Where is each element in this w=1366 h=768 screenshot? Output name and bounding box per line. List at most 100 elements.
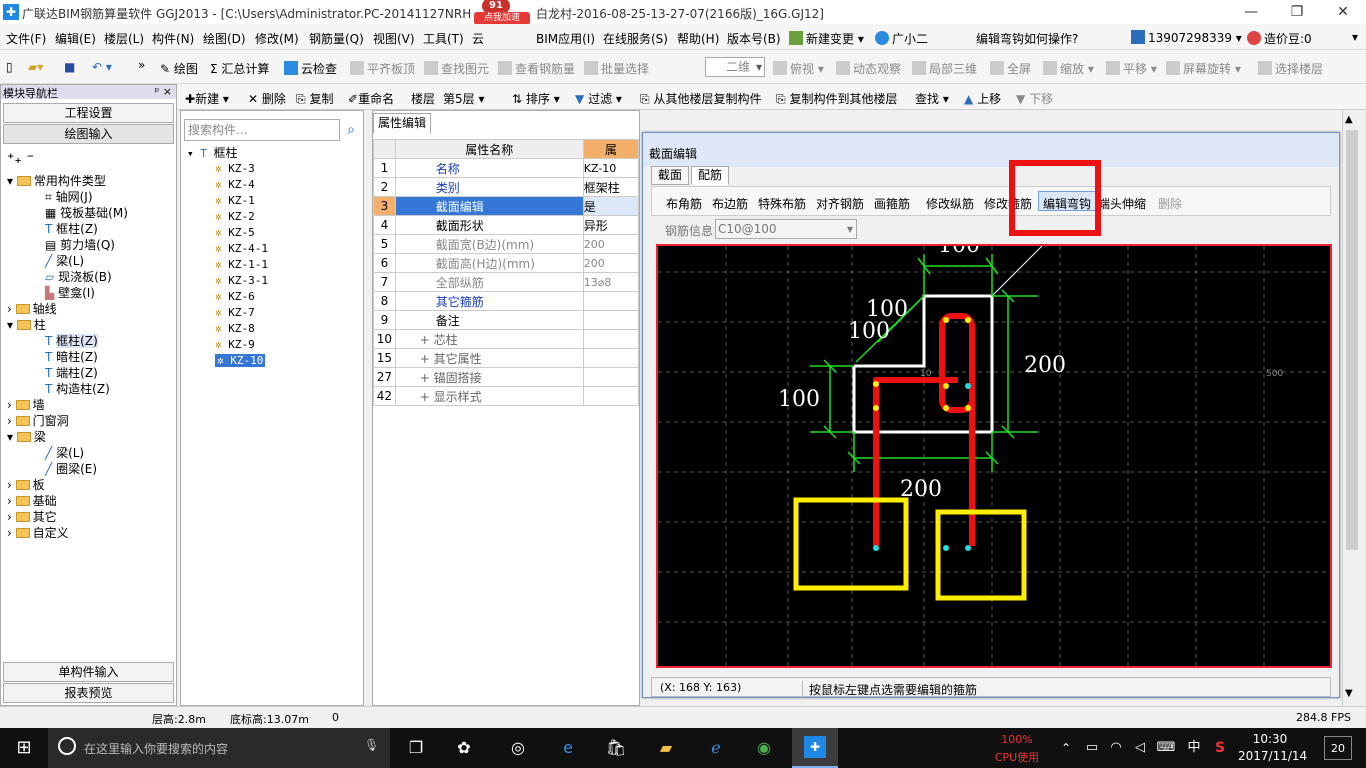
list-item[interactable]: ✲ KZ-8 xyxy=(187,321,268,337)
keyboard-icon[interactable]: ⌨ xyxy=(1154,736,1178,760)
fan-app-icon[interactable]: ✿ xyxy=(452,736,476,760)
tree-node[interactable]: T 框柱(Z) xyxy=(7,221,128,237)
batch-select-button[interactable]: 批量选择 xyxy=(584,60,649,77)
table-row[interactable]: 4 截面形状 异形 xyxy=(373,215,640,235)
top-view-button[interactable]: 俯视 ▾ xyxy=(773,60,824,77)
drawing-input-button[interactable]: 绘图输入 xyxy=(3,124,174,144)
sum-calc-button[interactable]: Σ 汇总计算 xyxy=(210,60,269,77)
store-icon[interactable]: 🛍 xyxy=(604,736,628,760)
tree-node[interactable]: ▾ 常用构件类型 xyxy=(7,173,128,189)
task-view-icon[interactable]: ❐ xyxy=(404,736,428,760)
tab-rebar[interactable]: 配筋 xyxy=(691,166,730,185)
list-item[interactable]: ✲ KZ-9 xyxy=(187,337,268,353)
tree-node[interactable]: ⌗ 轴网(J) xyxy=(7,189,128,205)
prop-value[interactable] xyxy=(582,386,640,406)
sogou-icon[interactable]: S xyxy=(1208,736,1232,760)
menu-rebar-qty[interactable]: 钢筋量(Q) xyxy=(309,30,364,47)
copy-to-floor-button[interactable]: ⎘ 复制构件到其他楼层 xyxy=(776,90,897,107)
tree-node[interactable]: › 墙 xyxy=(7,397,128,413)
glodon-app-taskbar-button[interactable]: ✚ xyxy=(792,728,838,768)
list-item[interactable]: ✲ KZ-2 xyxy=(187,209,268,225)
list-item-selected[interactable]: ✲ KZ-10 xyxy=(187,353,268,369)
prop-value[interactable]: 异形 xyxy=(582,215,640,235)
new-file-icon[interactable]: ▯ xyxy=(6,60,13,74)
table-row[interactable]: 27 + 锚固搭接 xyxy=(373,367,640,387)
volume-icon[interactable]: ◁ xyxy=(1128,736,1152,760)
project-settings-button[interactable]: 工程设置 xyxy=(3,103,174,123)
menu-view[interactable]: 视图(V) xyxy=(373,30,415,47)
tree-node[interactable]: T 暗柱(Z) xyxy=(7,349,128,365)
table-row[interactable]: 9 备注 xyxy=(373,310,640,330)
corner-rebar-button[interactable]: 布角筋 xyxy=(666,195,702,212)
table-row[interactable]: 1 名称 KZ-10 xyxy=(373,158,640,178)
end-extend-button[interactable]: 端头伸缩 xyxy=(1098,195,1146,212)
table-row[interactable]: 7 全部纵筋 13⌀8 xyxy=(373,272,640,292)
menu-component[interactable]: 构件(N) xyxy=(152,30,194,47)
clock-time[interactable]: 10:30 xyxy=(1240,732,1300,746)
move-down-button[interactable]: ▼ 下移 xyxy=(1016,90,1053,107)
tray-expand-icon[interactable]: ⌃ xyxy=(1054,736,1078,760)
tree-node[interactable]: ▾ 梁 xyxy=(7,429,128,445)
pan-button[interactable]: 平移 ▾ xyxy=(1106,60,1157,77)
edge-icon[interactable]: e xyxy=(556,736,580,760)
report-preview-button[interactable]: 报表预览 xyxy=(3,683,174,703)
list-item[interactable]: ✲ KZ-5 xyxy=(187,225,268,241)
menu-cloud[interactable]: 云 xyxy=(472,30,484,47)
search-icon[interactable]: ⌕ xyxy=(341,119,361,141)
vertical-scrollbar[interactable]: ▲ ▼ xyxy=(1342,110,1362,706)
prop-value[interactable] xyxy=(582,310,640,330)
menu-modify[interactable]: 修改(M) xyxy=(255,30,299,47)
list-item[interactable]: ✲ KZ-1-1 xyxy=(187,257,268,273)
modify-longitudinal-button[interactable]: 修改纵筋 xyxy=(926,195,974,212)
menu-online[interactable]: 在线服务(S) xyxy=(603,30,668,47)
tree-node[interactable]: ╱ 圈梁(E) xyxy=(7,461,128,477)
tree-node[interactable]: ▤ 剪力墙(Q) xyxy=(7,237,128,253)
table-row[interactable]: 6 截面高(H边)(mm) 200 xyxy=(373,253,640,273)
table-row[interactable]: 2 类别 框架柱 xyxy=(373,177,640,197)
view-mode-dropdown[interactable]: 二维 ▾ xyxy=(705,57,765,77)
ime-indicator[interactable]: 中 xyxy=(1182,736,1206,760)
tree-node[interactable]: › 板 xyxy=(7,477,128,493)
menu-version[interactable]: 版本号(B) xyxy=(727,30,781,47)
copy-button[interactable]: ⎘ 复制 xyxy=(296,90,333,107)
save-icon[interactable]: ■ xyxy=(64,60,75,74)
prop-value[interactable]: 框架柱 xyxy=(582,177,640,197)
delete-button[interactable]: ✕ 删除 xyxy=(248,90,286,107)
menu-more-icon[interactable]: ▾ xyxy=(1352,30,1358,44)
scroll-down-icon[interactable]: ▼ xyxy=(1345,688,1353,699)
search-input[interactable]: 搜索构件... xyxy=(184,119,340,141)
maximize-button[interactable]: ❐ xyxy=(1274,0,1320,24)
microphone-icon[interactable]: 🎙 xyxy=(364,738,379,752)
filter-button[interactable]: ▼ 过滤 ▾ xyxy=(575,90,622,107)
menu-new-change[interactable]: 新建变更 ▾ xyxy=(789,30,864,47)
cloud-check-button[interactable]: 云检查 xyxy=(284,60,337,77)
zoom-button[interactable]: 缩放 ▾ xyxy=(1043,60,1094,77)
select-floor-button[interactable]: 选择楼层 xyxy=(1258,60,1323,77)
new-component-button[interactable]: ✚新建 ▾ xyxy=(185,90,229,107)
tree-node[interactable]: › 基础 xyxy=(7,493,128,509)
floor-select[interactable]: 第5层 ▾ xyxy=(443,90,485,107)
tree-node[interactable]: T 端柱(Z) xyxy=(7,365,128,381)
tree-node[interactable]: › 自定义 xyxy=(7,525,128,541)
prop-value[interactable]: KZ-10 xyxy=(582,158,640,178)
prop-value[interactable] xyxy=(582,291,640,311)
tree-node[interactable]: ▦ 筏板基础(M) xyxy=(7,205,128,221)
prop-value[interactable]: 200 xyxy=(582,234,640,254)
find-element-button[interactable]: 查找图元 xyxy=(424,60,489,77)
taskbar-search[interactable]: 在这里输入你要搜索的内容 🎙 xyxy=(48,728,390,768)
minimize-button[interactable]: — xyxy=(1228,0,1274,24)
scroll-up-icon[interactable]: ▲ xyxy=(1345,114,1353,125)
table-row[interactable]: 42 + 显示样式 xyxy=(373,386,640,406)
tab-section[interactable]: 截面 xyxy=(651,166,690,185)
help-question-link[interactable]: 编辑弯钩如何操作? xyxy=(976,30,1078,47)
flat-slab-button[interactable]: 平齐板顶 xyxy=(350,60,415,77)
menu-draw[interactable]: 绘图(D) xyxy=(203,30,246,47)
tree-node[interactable]: ▙ 壁龛(I) xyxy=(7,285,128,301)
list-item[interactable]: ✲ KZ-1 xyxy=(187,193,268,209)
prop-value[interactable]: 200 xyxy=(582,253,640,273)
clock-date[interactable]: 2017/11/14 xyxy=(1238,749,1307,763)
single-component-input-button[interactable]: 单构件输入 xyxy=(3,662,174,682)
table-row[interactable]: 15 + 其它属性 xyxy=(373,348,640,368)
close-button[interactable]: ✕ xyxy=(1320,0,1366,24)
speed-badge[interactable]: 91 点我加速 xyxy=(474,0,530,26)
